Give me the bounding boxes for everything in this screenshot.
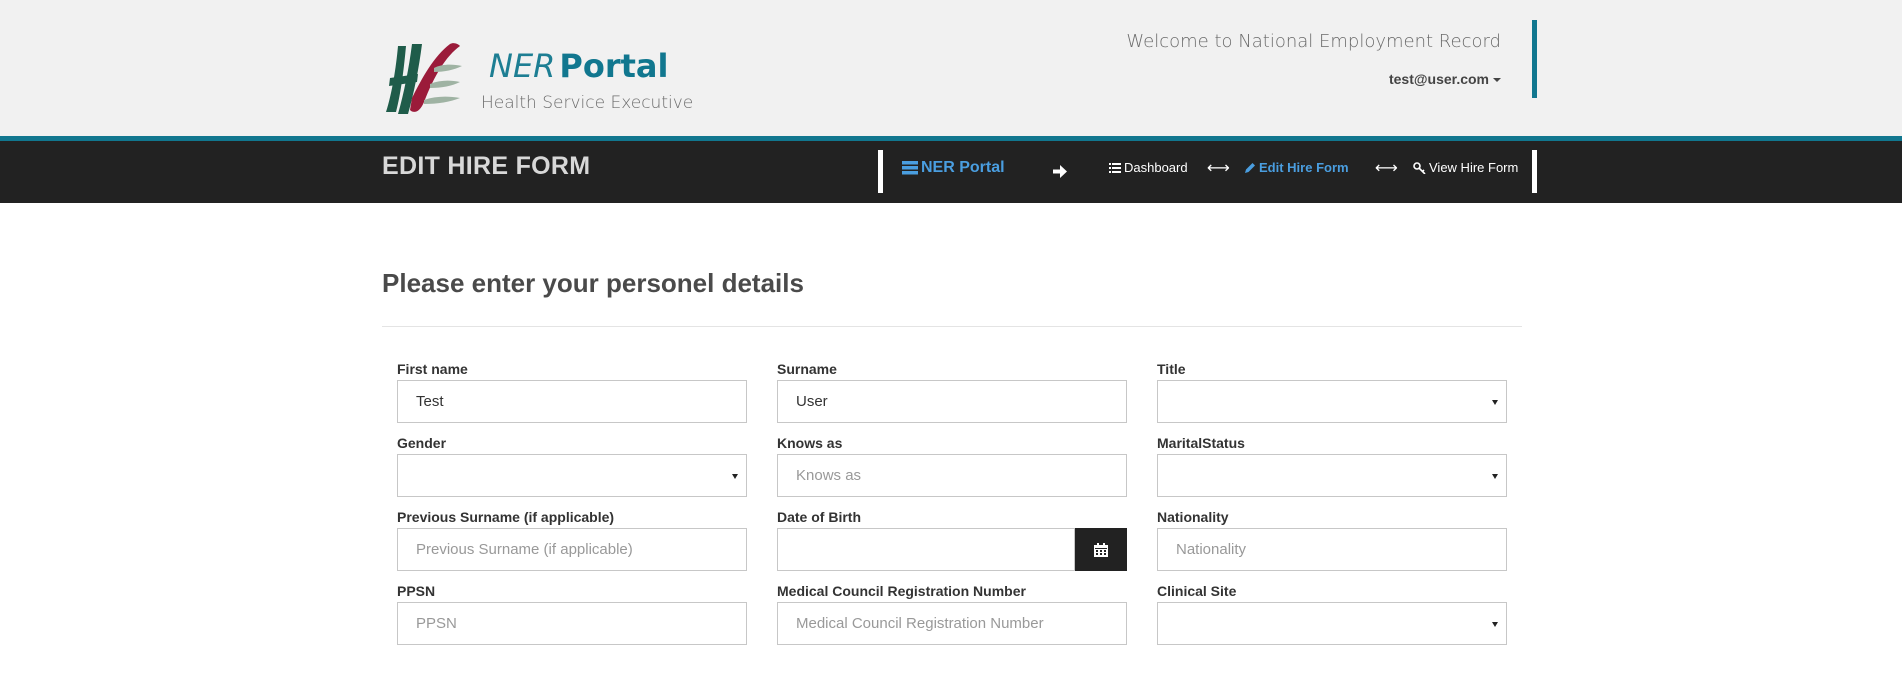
first-name-group: First name Test <box>397 361 747 423</box>
brand-ner: NER <box>489 47 556 85</box>
ppsn-label: PPSN <box>397 583 436 599</box>
double-arrow-icon: ⟷ <box>1207 160 1230 177</box>
breadcrumb-dashboard-label: Dashboard <box>1124 160 1188 175</box>
first-name-label: First name <box>397 361 468 377</box>
top-header <box>0 0 1902 136</box>
user-menu-dropdown[interactable]: test@user.com <box>1389 71 1501 87</box>
double-arrow-icon: ⟷ <box>1375 160 1398 177</box>
header-accent-bar <box>1532 20 1537 98</box>
nationality-label: Nationality <box>1157 509 1229 525</box>
nationality-group: Nationality Nationality <box>1157 509 1507 571</box>
mcrn-group: Medical Council Registration Number Medi… <box>777 583 1127 645</box>
mcrn-input[interactable]: Medical Council Registration Number <box>777 602 1127 645</box>
select-caret-icon <box>1492 399 1498 405</box>
marital-status-label: MaritalStatus <box>1157 435 1245 451</box>
nav-divider-right <box>1532 150 1537 193</box>
select-caret-icon <box>1492 621 1498 627</box>
caret-down-icon <box>1493 78 1501 83</box>
breadcrumb-edit-label: Edit Hire Form <box>1259 160 1349 175</box>
previous-surname-placeholder: Previous Surname (if applicable) <box>416 541 633 558</box>
clinical-site-group: Clinical Site <box>1157 583 1507 645</box>
title-label: Title <box>1157 361 1186 377</box>
ppsn-placeholder: PPSN <box>416 615 457 632</box>
clinical-site-label: Clinical Site <box>1157 583 1237 599</box>
surname-group: Surname User <box>777 361 1127 423</box>
select-caret-icon <box>1492 473 1498 479</box>
brand-portal: Portal <box>559 47 669 85</box>
key-icon <box>1413 161 1426 174</box>
nav-divider-left <box>878 150 883 193</box>
mcrn-label: Medical Council Registration Number <box>777 583 1026 599</box>
breadcrumb-home-link[interactable]: NER Portal <box>902 159 1005 177</box>
welcome-message: Welcome to National Employment Record <box>1126 31 1501 52</box>
page-title: EDIT HIRE FORM <box>382 152 591 180</box>
gender-select[interactable] <box>397 454 747 497</box>
marital-status-group: MaritalStatus <box>1157 435 1507 497</box>
previous-surname-label: Previous Surname (if applicable) <box>397 509 615 525</box>
gender-group: Gender <box>397 435 747 497</box>
marital-status-select[interactable] <box>1157 454 1507 497</box>
breadcrumb-view-label: View Hire Form <box>1429 160 1519 175</box>
known-as-label: Knows as <box>777 435 843 451</box>
section-title: Please enter your personel details <box>382 268 804 298</box>
title-select[interactable] <box>1157 380 1507 423</box>
ppsn-group: PPSN PPSN <box>397 583 747 645</box>
surname-input[interactable]: User <box>777 380 1127 423</box>
title-group: Title <box>1157 361 1507 423</box>
dob-label: Date of Birth <box>777 509 861 525</box>
previous-surname-group: Previous Surname (if applicable) Previou… <box>397 509 747 571</box>
first-name-value: Test <box>416 393 444 410</box>
brand-subtitle: Health Service Executive <box>481 93 694 113</box>
dob-group: Date of Birth <box>777 509 1127 571</box>
pencil-icon <box>1245 163 1255 173</box>
previous-surname-input[interactable]: Previous Surname (if applicable) <box>397 528 747 571</box>
nationality-input[interactable]: Nationality <box>1157 528 1507 571</box>
surname-label: Surname <box>777 361 837 377</box>
known-as-input[interactable]: Knows as <box>777 454 1127 497</box>
breadcrumb-home-label: NER Portal <box>921 159 1005 176</box>
first-name-input[interactable]: Test <box>397 380 747 423</box>
clinical-site-select[interactable] <box>1157 602 1507 645</box>
list-icon <box>1109 162 1121 173</box>
brand-title: NER Portal <box>489 50 668 82</box>
section-divider <box>382 326 1522 327</box>
calendar-icon <box>1094 542 1108 557</box>
select-caret-icon <box>732 473 738 479</box>
user-email: test@user.com <box>1388 71 1489 87</box>
breadcrumb-dashboard-link[interactable]: Dashboard <box>1109 160 1188 175</box>
dob-picker <box>777 528 1127 571</box>
calendar-button[interactable] <box>1075 528 1127 571</box>
nationality-placeholder: Nationality <box>1176 541 1247 558</box>
hse-logo-icon <box>386 43 462 114</box>
gender-label: Gender <box>397 435 447 451</box>
server-icon <box>902 161 918 175</box>
known-as-group: Knows as Knows as <box>777 435 1127 497</box>
breadcrumb-edit-link[interactable]: Edit Hire Form <box>1245 160 1349 175</box>
surname-value: User <box>796 393 828 410</box>
ppsn-input[interactable]: PPSN <box>397 602 747 645</box>
known-as-placeholder: Knows as <box>796 467 862 484</box>
breadcrumb-view-link[interactable]: View Hire Form <box>1413 160 1518 175</box>
dob-input[interactable] <box>777 528 1075 571</box>
arrow-right-icon <box>1053 165 1067 178</box>
mcrn-placeholder: Medical Council Registration Number <box>796 615 1044 632</box>
